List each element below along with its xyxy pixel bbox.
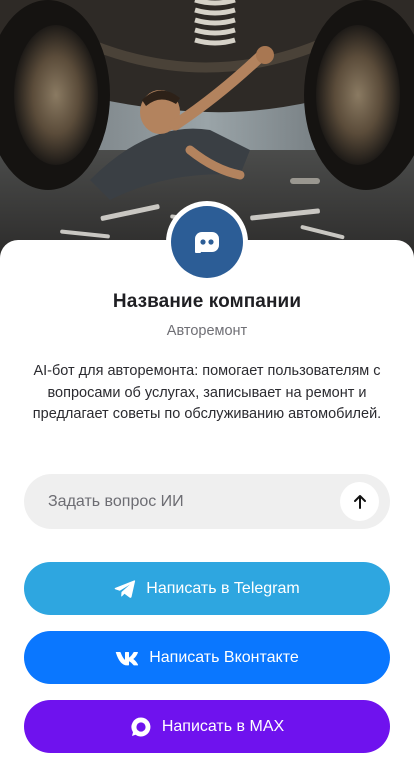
company-name: Название компании — [112, 291, 302, 312]
vk-button-label: Написать Вконтакте — [149, 648, 299, 666]
company-avatar — [166, 201, 248, 283]
ask-ai-placeholder: Задать вопрос ИИ — [48, 492, 184, 510]
telegram-icon — [114, 579, 136, 599]
vk-icon — [115, 650, 139, 666]
max-button[interactable]: Написать в MAX — [24, 700, 390, 753]
telegram-button[interactable]: Написать в Telegram — [24, 562, 390, 615]
chat-bot-icon — [195, 232, 219, 253]
ask-ai-input[interactable]: Задать вопрос ИИ — [24, 474, 390, 529]
vk-button[interactable]: Написать Вконтакте — [24, 631, 390, 684]
max-button-label: Написать в MAX — [161, 717, 285, 735]
send-button[interactable] — [340, 482, 379, 521]
avatar — [171, 206, 243, 278]
telegram-button-label: Написать в Telegram — [146, 579, 300, 597]
arrow-up-icon — [353, 494, 366, 509]
company-category: Авторемонт — [166, 323, 248, 339]
company-description: AI-бот для авторемонта: помогает пользов… — [32, 363, 382, 422]
max-icon — [130, 716, 152, 738]
